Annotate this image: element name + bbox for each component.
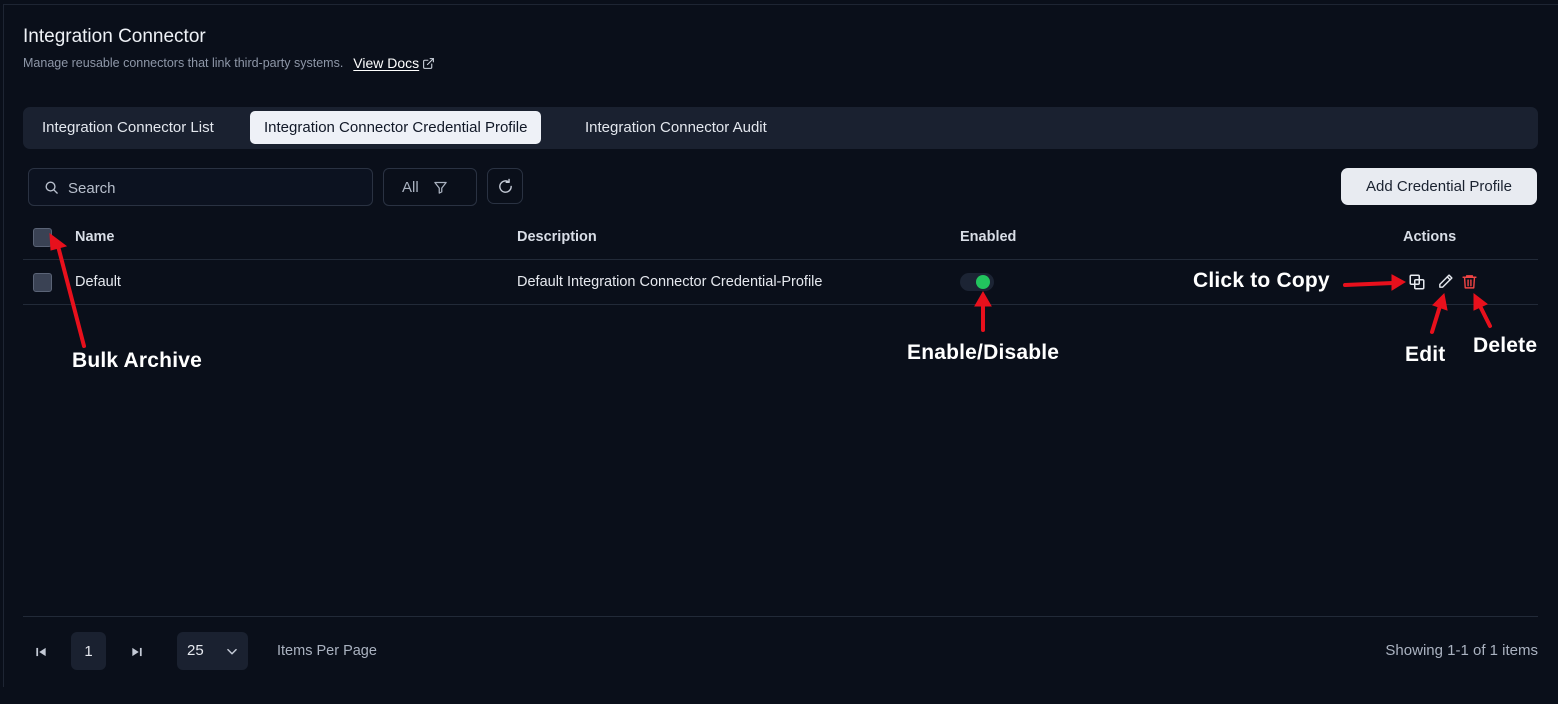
last-page-button[interactable] <box>127 642 147 662</box>
annotation-edit: Edit <box>1405 343 1446 366</box>
pagination-summary: Showing 1-1 of 1 items <box>1385 642 1538 659</box>
page-number-button[interactable]: 1 <box>71 632 106 670</box>
arrow-bulk-archive <box>49 232 86 348</box>
arrow-delete <box>1473 292 1492 328</box>
footer-divider <box>23 616 1538 617</box>
first-page-button[interactable] <box>31 642 51 662</box>
annotation-bulk-archive: Bulk Archive <box>72 349 202 372</box>
arrow-click-to-copy <box>1343 274 1407 291</box>
chevron-down-icon <box>227 648 237 655</box>
items-per-page-value: 25 <box>187 642 204 659</box>
annotation-arrows <box>49 232 1492 348</box>
last-page-icon <box>132 647 142 657</box>
first-page-icon <box>36 647 46 657</box>
items-per-page-select[interactable]: 25 <box>177 632 248 670</box>
annotation-click-to-copy: Click to Copy <box>1193 269 1330 292</box>
items-per-page-label: Items Per Page <box>277 643 377 659</box>
annotation-delete: Delete <box>1473 334 1538 357</box>
arrow-edit <box>1430 292 1448 334</box>
arrow-enable-disable <box>974 290 992 332</box>
annotation-enable-disable: Enable/Disable <box>907 341 1060 364</box>
